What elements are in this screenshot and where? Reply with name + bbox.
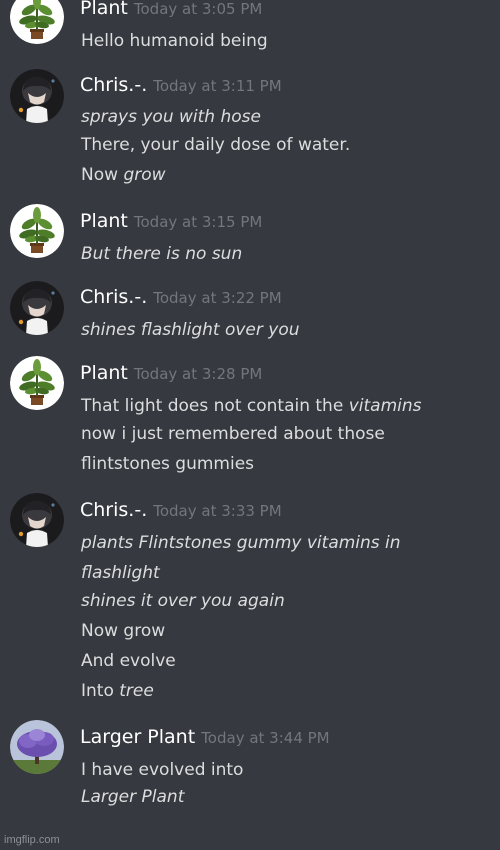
timestamp: Today at 3:11 PM xyxy=(153,77,282,95)
text-segment: That light does not contain the xyxy=(81,396,349,416)
chris-avatar[interactable] xyxy=(10,493,64,547)
message-line: Now grow xyxy=(81,621,165,641)
chris-avatar[interactable] xyxy=(10,281,64,335)
text-segment: I have evolved into xyxy=(81,760,244,780)
message-line: And evolve xyxy=(81,651,176,671)
message-line: Larger Plant xyxy=(81,787,184,807)
username[interactable]: Chris.-. xyxy=(80,74,147,96)
message-line: Now grow xyxy=(81,165,166,185)
text-segment: Into xyxy=(81,681,120,701)
message-line: sprays you with hose xyxy=(81,107,261,127)
message-header: Chris.-. Today at 3:11 PM xyxy=(80,74,282,96)
text-segment: now i just remembered about those xyxy=(81,424,385,444)
larger-plant-avatar[interactable] xyxy=(10,720,64,774)
username[interactable]: Plant xyxy=(80,0,128,19)
text-segment: But there is no sun xyxy=(81,244,243,264)
message-header: Chris.-. Today at 3:33 PM xyxy=(80,499,282,521)
message-line: plants Flintstones gummy vitamins in xyxy=(81,533,401,553)
imgflip-watermark: imgflip.com xyxy=(4,834,60,846)
message-line: Hello humanoid being xyxy=(81,31,268,51)
text-segment: Larger Plant xyxy=(81,787,185,807)
username[interactable]: Plant xyxy=(80,210,128,232)
username[interactable]: Chris.-. xyxy=(80,286,147,308)
text-segment: vitamins xyxy=(348,396,422,416)
message-line: flintstones gummies xyxy=(81,454,254,474)
text-segment: flashlight xyxy=(81,563,160,583)
plant-avatar[interactable] xyxy=(10,356,64,410)
text-segment: There, your daily dose of water. xyxy=(81,135,351,155)
text-segment: grow xyxy=(123,165,166,185)
username[interactable]: Plant xyxy=(80,362,128,384)
text-segment: shines it over you again xyxy=(81,591,285,611)
timestamp: Today at 3:28 PM xyxy=(133,365,263,383)
username[interactable]: Larger Plant xyxy=(80,726,195,748)
text-segment: sprays you with hose xyxy=(81,107,261,127)
message-line: now i just remembered about those xyxy=(81,424,385,444)
message-line: I have evolved into xyxy=(81,760,243,780)
timestamp: Today at 3:33 PM xyxy=(153,502,282,520)
message-line: flashlight xyxy=(81,563,160,583)
text-segment: Now grow xyxy=(81,621,166,641)
text-segment: plants Flintstones gummy vitamins in xyxy=(81,533,401,553)
message-line: There, your daily dose of water. xyxy=(81,135,350,155)
text-segment: tree xyxy=(119,681,154,701)
plant-avatar[interactable] xyxy=(10,204,64,258)
chris-avatar[interactable] xyxy=(10,69,64,123)
plant-avatar[interactable] xyxy=(10,0,64,44)
message-line: shines it over you again xyxy=(81,591,285,611)
timestamp: Today at 3:15 PM xyxy=(133,213,263,231)
timestamp: Today at 3:05 PM xyxy=(133,0,263,18)
text-segment: flintstones gummies xyxy=(81,454,255,474)
text-segment: Now xyxy=(81,165,124,185)
text-segment: shines flashlight over you xyxy=(81,320,300,340)
message-header: Plant Today at 3:05 PM xyxy=(80,0,262,19)
username[interactable]: Chris.-. xyxy=(80,499,147,521)
timestamp: Today at 3:44 PM xyxy=(201,729,330,747)
message-line: shines flashlight over you xyxy=(81,320,300,340)
message-header: Plant Today at 3:28 PM xyxy=(80,362,262,384)
text-segment: And evolve xyxy=(81,651,176,671)
timestamp: Today at 3:22 PM xyxy=(153,289,282,307)
message-header: Plant Today at 3:15 PM xyxy=(80,210,262,232)
message-header: Larger Plant Today at 3:44 PM xyxy=(80,726,330,748)
message-header: Chris.-. Today at 3:22 PM xyxy=(80,286,282,308)
message-line: That light does not contain the vitamins xyxy=(81,396,421,416)
text-segment: Hello humanoid being xyxy=(81,31,268,51)
message-line: Into tree xyxy=(81,681,154,701)
message-line: But there is no sun xyxy=(81,244,242,264)
